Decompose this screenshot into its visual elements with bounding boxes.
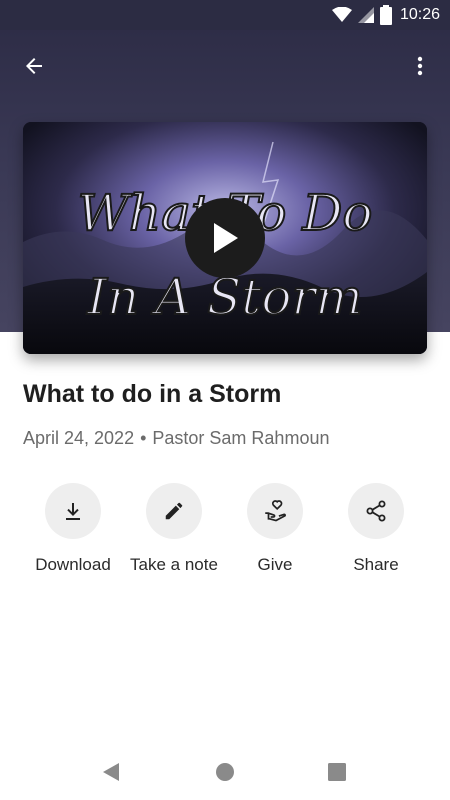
sermon-speaker: Pastor Sam Rahmoun bbox=[152, 428, 330, 448]
meta-separator: • bbox=[140, 428, 147, 448]
give-circle[interactable] bbox=[247, 483, 303, 539]
system-nav-bar bbox=[0, 742, 450, 800]
status-icons bbox=[331, 5, 392, 25]
take-note-button[interactable]: Take a note bbox=[124, 483, 224, 575]
give-button[interactable]: Give bbox=[225, 483, 325, 575]
battery-icon bbox=[379, 5, 392, 25]
nav-back-icon bbox=[103, 763, 119, 781]
download-button[interactable]: Download bbox=[23, 483, 123, 575]
share-icon bbox=[366, 500, 386, 522]
arrow-back-icon bbox=[26, 58, 42, 74]
share-circle[interactable] bbox=[348, 483, 404, 539]
wifi-icon bbox=[331, 7, 352, 22]
download-label: Download bbox=[35, 555, 111, 574]
take-note-label: Take a note bbox=[130, 555, 218, 574]
take-note-circle[interactable] bbox=[146, 483, 202, 539]
more-vert-icon bbox=[417, 56, 423, 76]
nav-recents-button[interactable] bbox=[317, 752, 357, 792]
share-button[interactable]: Share bbox=[326, 483, 426, 575]
give-label: Give bbox=[257, 555, 293, 574]
status-bar: 10:26 bbox=[0, 0, 450, 30]
sermon-date: April 24, 2022 bbox=[23, 428, 135, 448]
play-icon bbox=[214, 223, 238, 253]
nav-home-icon bbox=[216, 763, 234, 781]
action-row: Download Take a note Give Share bbox=[23, 483, 427, 583]
more-options-button[interactable] bbox=[398, 44, 442, 88]
back-button[interactable] bbox=[12, 44, 56, 88]
nav-back-button[interactable] bbox=[91, 752, 131, 792]
status-time: 10:26 bbox=[399, 6, 440, 23]
play-button[interactable] bbox=[185, 198, 265, 278]
download-icon bbox=[66, 503, 80, 520]
share-label: Share bbox=[353, 555, 399, 574]
nav-home-button[interactable] bbox=[205, 752, 245, 792]
cell-signal-icon bbox=[357, 7, 374, 23]
sermon-title: What to do in a Storm bbox=[23, 380, 282, 408]
give-hand-heart-icon bbox=[265, 500, 286, 522]
app-bar bbox=[0, 30, 450, 100]
pencil-icon bbox=[165, 502, 183, 520]
nav-recents-icon bbox=[328, 763, 346, 781]
video-thumbnail[interactable]: What To Do In A Storm bbox=[23, 122, 427, 354]
download-circle[interactable] bbox=[45, 483, 101, 539]
sermon-meta: April 24, 2022 • Pastor Sam Rahmoun bbox=[23, 428, 329, 449]
